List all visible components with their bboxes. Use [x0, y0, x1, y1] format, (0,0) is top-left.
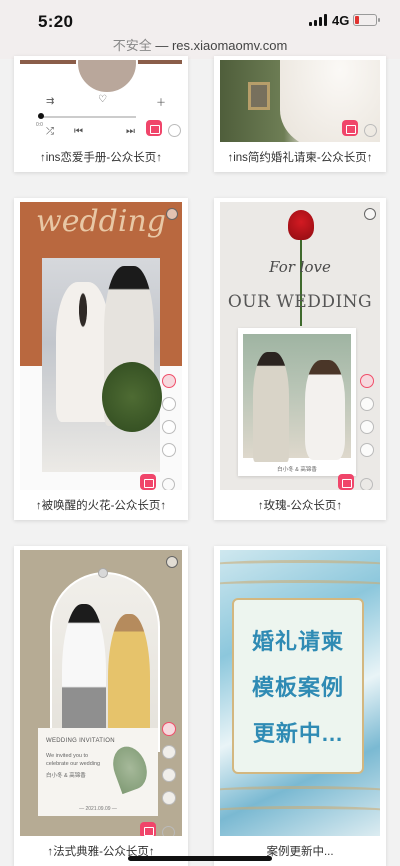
announcement-line-1: 婚礼请柬	[251, 629, 344, 654]
add-to-cart-icon[interactable]	[338, 474, 354, 490]
invitation-names: 白小冬 & 高锦香	[46, 773, 86, 779]
heart-icon[interactable]: ♡	[98, 94, 107, 105]
add-to-cart-icon[interactable]	[342, 120, 358, 136]
side-actions	[160, 374, 178, 457]
template-card-ins-love[interactable]: ⇉ ♡ ＋ 0:0 ⤮ ⏮ ⏭ ↑ins恋爱手册-公众长页↑	[14, 56, 188, 172]
music-progress[interactable]	[38, 113, 136, 119]
invitation-title: WEDDING INVITATION	[46, 738, 115, 744]
template-caption: ↑ins恋爱手册-公众长页↑	[39, 152, 163, 164]
template-caption: ↑ins简约婚礼请柬-公众长页↑	[227, 152, 373, 164]
sound-icon[interactable]	[364, 208, 376, 220]
add-to-cart-icon[interactable]	[146, 120, 162, 136]
security-label: 不安全	[112, 38, 152, 53]
next-icon[interactable]: ⏭	[126, 126, 135, 137]
template-caption: ↑法式典雅-公众长页↑	[47, 846, 155, 858]
template-caption: 案例更新中...	[266, 846, 334, 858]
avatar[interactable]	[162, 722, 176, 736]
template-card-french-elegant[interactable]: WEDDING INVITATION We invited you to cel…	[14, 546, 188, 866]
previous-icon[interactable]: ⏮	[74, 126, 83, 137]
template-thumbnail: wedding	[20, 202, 182, 490]
couple-photo	[42, 258, 162, 472]
comment-icon[interactable]	[360, 420, 374, 434]
url-domain: res.xiaomaomv.com	[171, 38, 288, 53]
clock: 5:20	[38, 12, 74, 31]
signal-icon	[309, 14, 327, 26]
invitation-card: WEDDING INVITATION We invited you to cel…	[38, 728, 158, 816]
network-type: 4G	[332, 13, 350, 28]
like-icon[interactable]	[360, 397, 374, 411]
side-actions	[358, 374, 376, 457]
leaf-icon	[107, 741, 153, 795]
settings-icon[interactable]	[168, 124, 181, 137]
sound-icon[interactable]	[166, 208, 178, 220]
location-icon[interactable]	[360, 443, 374, 457]
artwork-script: For love	[269, 258, 331, 276]
battery-icon	[353, 14, 380, 26]
avatar[interactable]	[360, 374, 374, 388]
template-caption: ↑被唤醒的火花-公众长页↑	[35, 500, 167, 512]
template-card-ins-invitation[interactable]: ↑ins简约婚礼请柬-公众长页↑	[214, 56, 386, 172]
comment-icon[interactable]	[162, 768, 176, 782]
add-to-cart-icon[interactable]	[140, 474, 156, 490]
location-icon[interactable]	[162, 791, 176, 805]
avatar[interactable]	[162, 374, 176, 388]
artwork-title: wedding	[36, 204, 166, 239]
artwork-title: OUR WEDDING	[227, 292, 373, 312]
url-separator: —	[151, 38, 172, 53]
side-actions	[160, 722, 178, 805]
couple-names: 白小冬 & 高锦香	[277, 467, 317, 473]
template-thumbnail	[220, 60, 380, 142]
avatar	[76, 60, 138, 94]
share-icon[interactable]: ⇉	[46, 96, 54, 107]
settings-icon[interactable]	[360, 478, 373, 490]
template-caption: ↑玫瑰-公众长页↑	[257, 500, 343, 512]
like-icon[interactable]	[162, 397, 176, 411]
settings-icon[interactable]	[364, 124, 377, 137]
like-icon[interactable]	[162, 745, 176, 759]
announcement-panel: 婚礼请柬 模板案例 更新中...	[232, 598, 364, 774]
invitation-body: We invited you to celebrate our wedding …	[46, 752, 106, 780]
plus-icon[interactable]: ＋	[156, 94, 166, 109]
location-icon[interactable]	[162, 443, 176, 457]
invitation-date: — 2021.09.09 —	[79, 806, 117, 812]
sound-icon[interactable]	[166, 556, 178, 568]
home-indicator[interactable]	[128, 856, 272, 861]
couple-photo: 白小冬 & 高锦香	[238, 328, 356, 476]
settings-icon[interactable]	[162, 478, 175, 490]
template-thumbnail: WEDDING INVITATION We invited you to cel…	[20, 550, 182, 836]
add-to-cart-icon[interactable]	[140, 822, 156, 836]
shuffle-icon[interactable]: ⤮	[46, 126, 54, 137]
couple-photo	[50, 572, 160, 754]
template-card-updating[interactable]: 婚礼请柬 模板案例 更新中... 案例更新中...	[214, 546, 386, 866]
announcement-line-2: 模板案例	[251, 675, 344, 700]
template-thumbnail: ⇉ ♡ ＋ 0:0 ⤮ ⏮ ⏭	[20, 60, 182, 142]
settings-icon[interactable]	[162, 826, 175, 836]
template-thumbnail: For love OUR WEDDING 白小冬 & 高锦香	[220, 202, 380, 490]
announcement-line-3: 更新中...	[252, 721, 344, 746]
template-thumbnail: 婚礼请柬 模板案例 更新中...	[220, 550, 380, 836]
comment-icon[interactable]	[162, 420, 176, 434]
rose-icon	[288, 210, 314, 240]
template-card-rose[interactable]: For love OUR WEDDING 白小冬 & 高锦香 ↑玫瑰-公众长页↑	[214, 198, 386, 520]
template-card-awakened-spark[interactable]: wedding ↑被唤醒的火花-公众长页↑	[14, 198, 188, 520]
